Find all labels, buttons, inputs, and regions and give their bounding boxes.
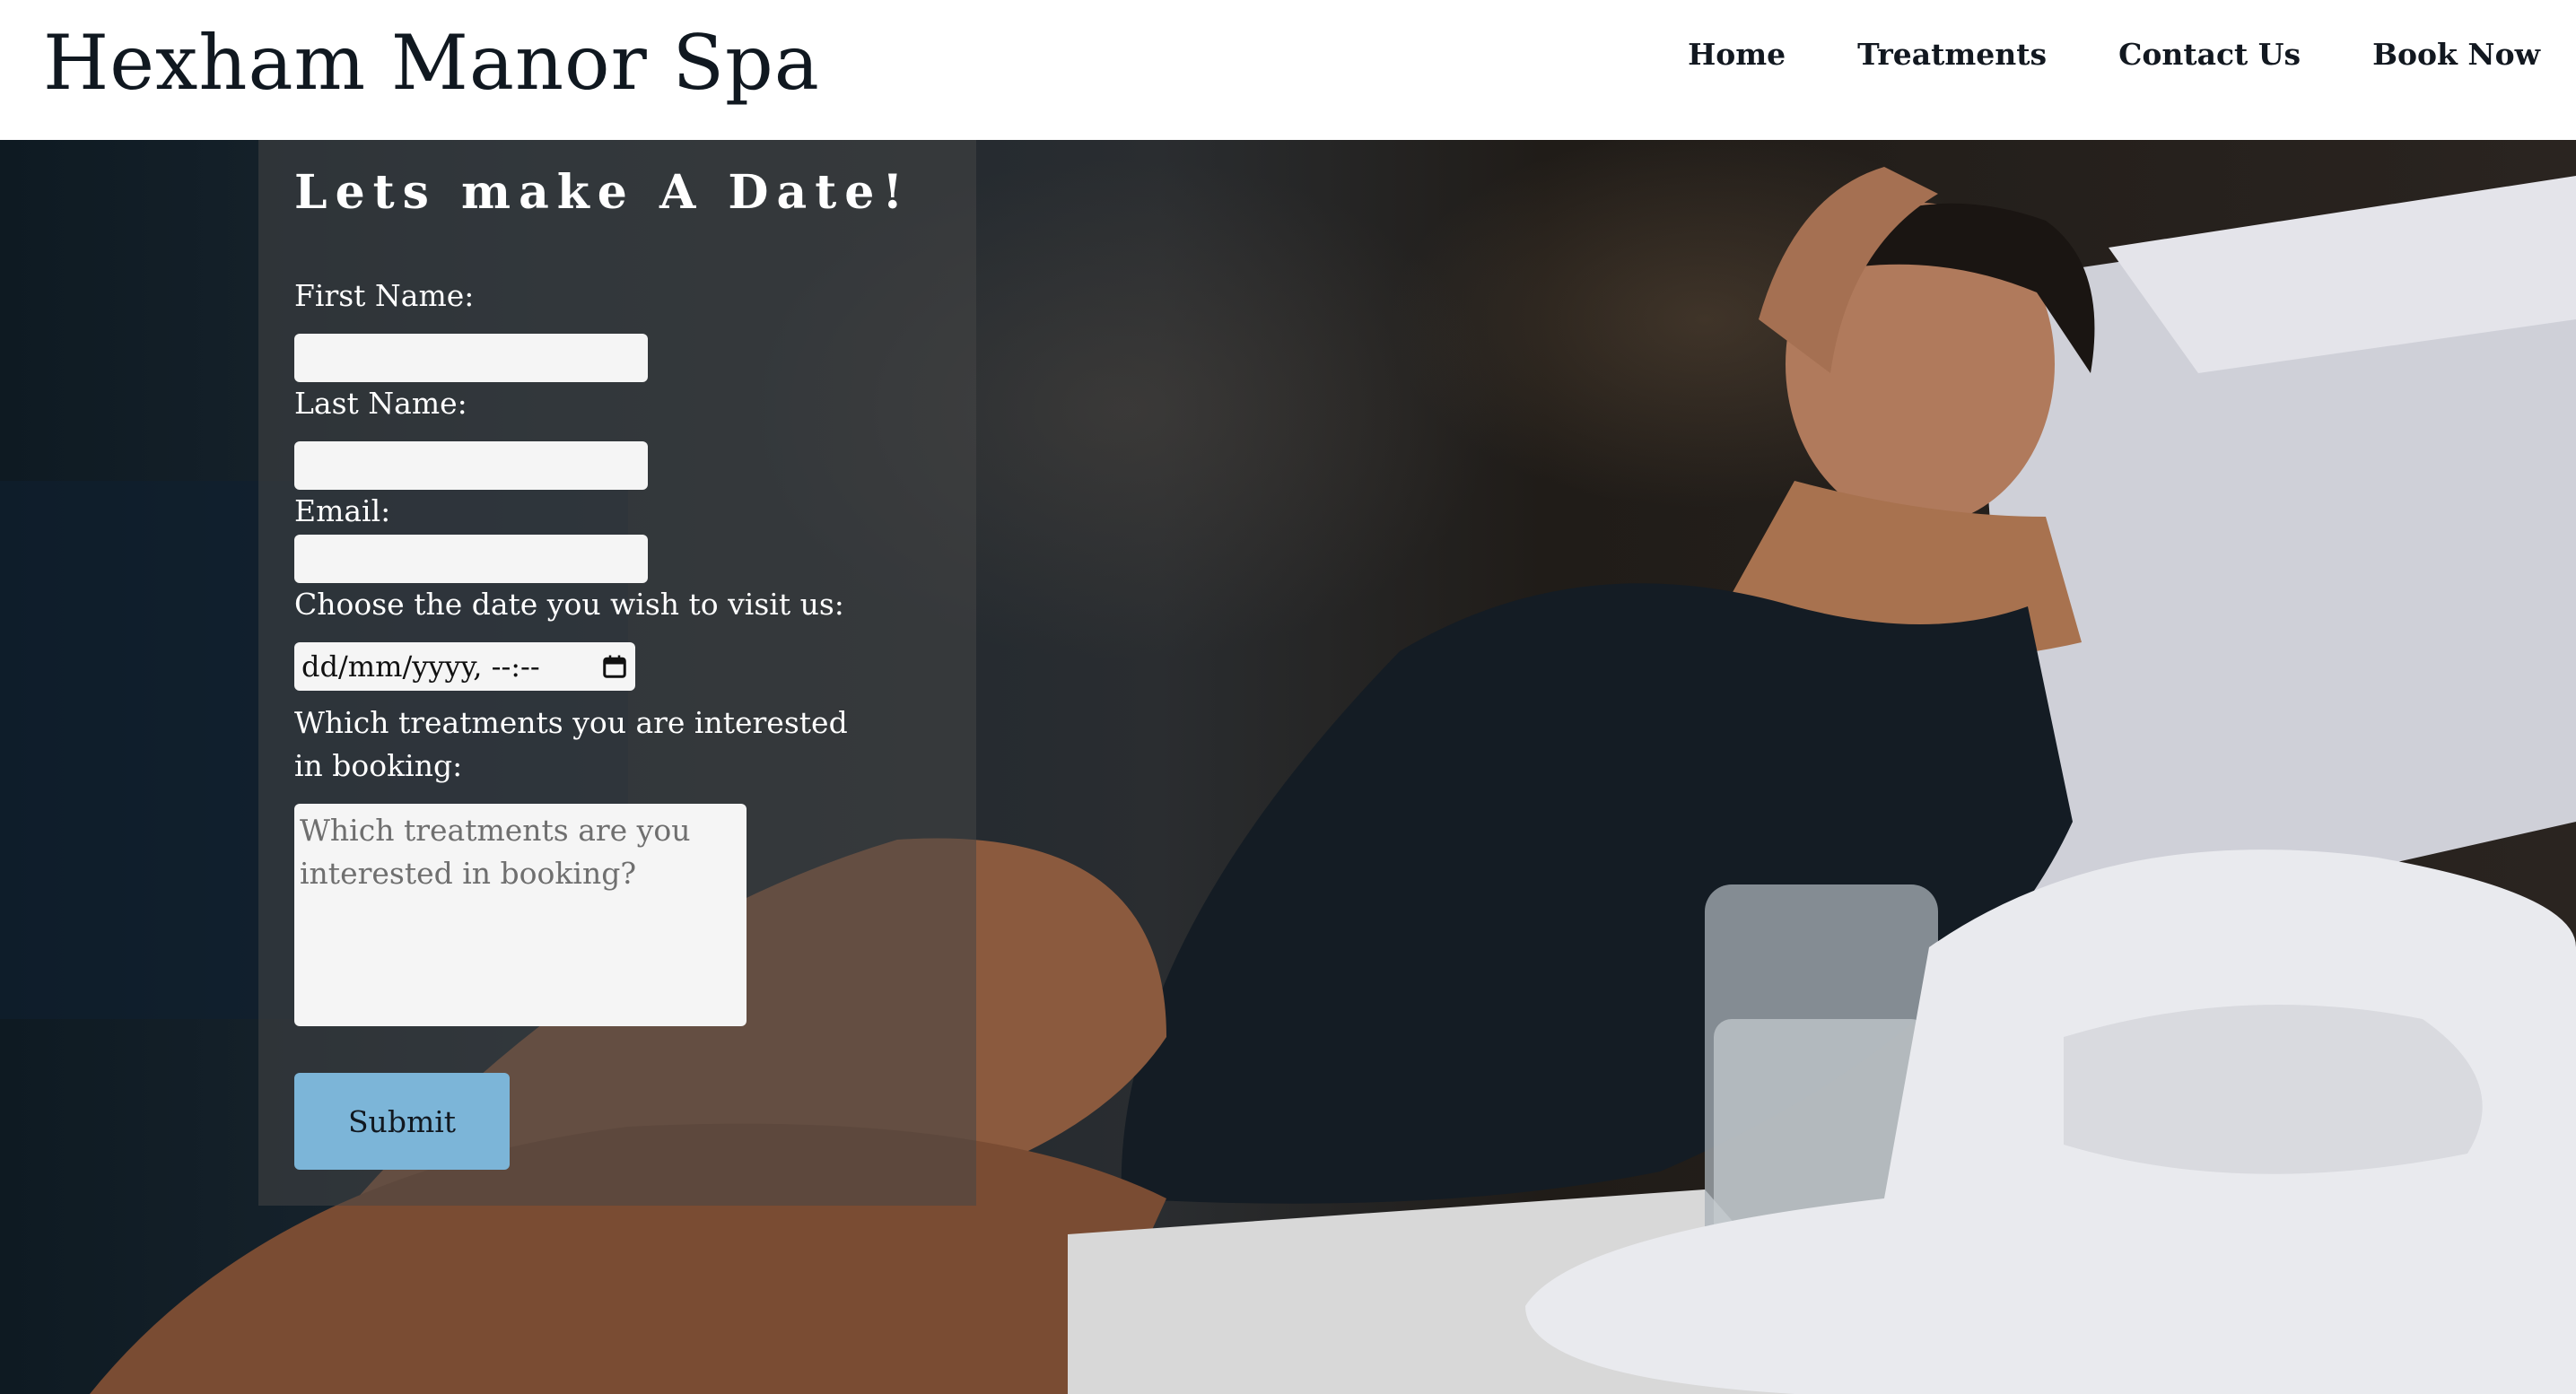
- first-name-label: First Name:: [294, 278, 475, 313]
- nav-home[interactable]: Home: [1688, 37, 1786, 72]
- site-header: Hexham Manor Spa Home Treatments Contact…: [0, 0, 2576, 140]
- last-name-field[interactable]: [294, 441, 648, 490]
- nav-book-now[interactable]: Book Now: [2372, 37, 2540, 72]
- first-name-field[interactable]: [294, 334, 648, 382]
- email-label: Email:: [294, 493, 391, 528]
- date-field-value: dd/mm/yyyy, --:--: [301, 649, 540, 684]
- main-nav: Home Treatments Contact Us Book Now: [1688, 27, 2540, 81]
- submit-button[interactable]: Submit: [294, 1073, 510, 1170]
- calendar-icon[interactable]: [601, 653, 628, 680]
- treatments-label: Which treatments you are interested in b…: [294, 705, 848, 783]
- nav-contact-us[interactable]: Contact Us: [2118, 37, 2301, 72]
- last-name-label: Last Name:: [294, 386, 467, 421]
- email-field[interactable]: [294, 535, 648, 583]
- treatments-textarea[interactable]: [294, 804, 747, 1026]
- visit-date-field[interactable]: dd/mm/yyyy, --:--: [294, 642, 635, 691]
- booking-form-panel: Lets make A Date! First Name: Last Name:…: [258, 140, 976, 1206]
- nav-treatments[interactable]: Treatments: [1857, 37, 2047, 72]
- form-title: Lets make A Date!: [294, 165, 912, 220]
- site-logo[interactable]: Hexham Manor Spa: [43, 13, 820, 113]
- date-label: Choose the date you wish to visit us:: [294, 587, 844, 622]
